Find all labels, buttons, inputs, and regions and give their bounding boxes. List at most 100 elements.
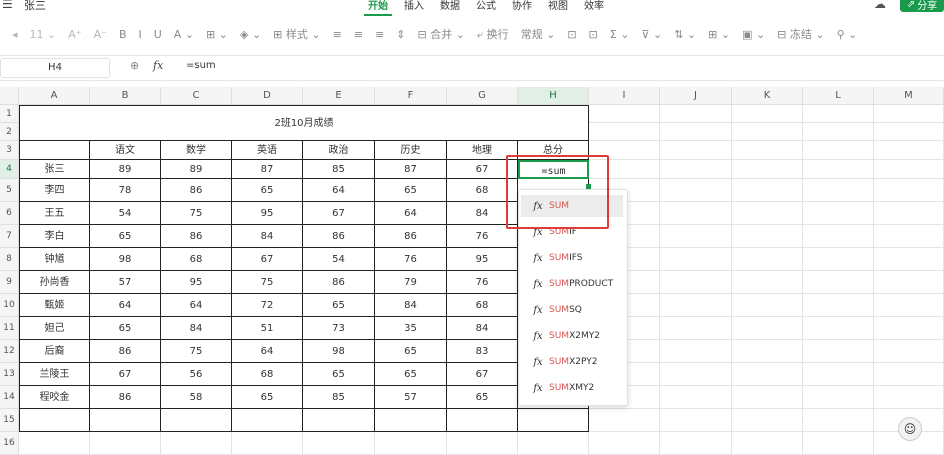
empty-cell[interactable] bbox=[90, 432, 161, 455]
row-header-13[interactable]: 13 bbox=[0, 363, 19, 386]
empty-cell[interactable] bbox=[874, 123, 944, 141]
score-cell[interactable]: 35 bbox=[375, 317, 447, 340]
empty-cell[interactable] bbox=[589, 105, 660, 123]
name-box[interactable]: H4 bbox=[0, 58, 110, 78]
score-cell[interactable]: 98 bbox=[90, 248, 161, 271]
empty-cell[interactable] bbox=[732, 317, 803, 340]
style-icon[interactable]: ⊞ 样式 ⌄ bbox=[273, 26, 320, 42]
student-name-cell[interactable]: 甄姬 bbox=[19, 294, 90, 317]
empty-cell[interactable] bbox=[874, 141, 944, 160]
wrap-icon[interactable]: ⤶ 换行 bbox=[477, 26, 509, 42]
bold-icon[interactable]: B bbox=[119, 28, 127, 41]
empty-cell[interactable] bbox=[803, 386, 874, 409]
scroll-left-icon[interactable]: ◂ bbox=[12, 28, 18, 41]
score-cell[interactable]: 54 bbox=[303, 248, 375, 271]
autocomplete-item[interactable]: fx SUM SQ bbox=[521, 299, 623, 321]
empty-cell[interactable] bbox=[660, 202, 732, 225]
empty-cell[interactable] bbox=[732, 202, 803, 225]
decimal-icon[interactable]: ⊡ bbox=[589, 28, 598, 41]
score-cell[interactable]: 86 bbox=[161, 179, 232, 202]
autocomplete-item[interactable]: fx SUM X2MY2 bbox=[521, 325, 623, 347]
score-cell[interactable]: 75 bbox=[232, 271, 303, 294]
student-name-cell[interactable]: 王五 bbox=[19, 202, 90, 225]
tab-6[interactable]: 效率 bbox=[576, 0, 612, 12]
row-header-5[interactable]: 5 bbox=[0, 179, 19, 202]
zoom-icon[interactable]: ⊕ bbox=[130, 59, 139, 72]
score-cell[interactable]: 68 bbox=[232, 363, 303, 386]
formula-input[interactable]: =sum bbox=[186, 60, 216, 71]
score-cell[interactable]: 79 bbox=[375, 271, 447, 294]
autocomplete-item[interactable]: fx SUM IFS bbox=[521, 247, 623, 269]
font-color-icon[interactable]: A ⌄ bbox=[174, 28, 194, 41]
number-format-select[interactable]: 常规 ⌄ bbox=[521, 26, 556, 42]
align-center-icon[interactable]: ≡ bbox=[354, 28, 363, 41]
score-cell[interactable]: 83 bbox=[447, 340, 518, 363]
score-cell[interactable]: 87 bbox=[232, 160, 303, 179]
empty-cell[interactable] bbox=[660, 409, 732, 432]
empty-cell[interactable] bbox=[447, 409, 518, 432]
score-cell[interactable]: 51 bbox=[232, 317, 303, 340]
column-header-C[interactable]: C bbox=[161, 87, 232, 105]
empty-cell[interactable] bbox=[19, 409, 90, 432]
score-cell[interactable]: 65 bbox=[375, 179, 447, 202]
empty-cell[interactable] bbox=[232, 432, 303, 455]
row-header-10[interactable]: 10 bbox=[0, 294, 19, 317]
row-header-14[interactable]: 14 bbox=[0, 386, 19, 409]
empty-cell[interactable] bbox=[732, 432, 803, 455]
empty-cell[interactable] bbox=[803, 294, 874, 317]
student-name-cell[interactable]: 李白 bbox=[19, 225, 90, 248]
find-icon[interactable]: ⚲ ⌄ bbox=[837, 28, 858, 41]
tab-4[interactable]: 协作 bbox=[504, 0, 540, 12]
score-cell[interactable]: 95 bbox=[161, 271, 232, 294]
empty-cell[interactable] bbox=[803, 202, 874, 225]
font-increase-icon[interactable]: A⁺ bbox=[68, 28, 81, 41]
score-cell[interactable]: 76 bbox=[447, 271, 518, 294]
header-cell[interactable]: 语文 bbox=[90, 141, 161, 160]
empty-cell[interactable] bbox=[19, 432, 90, 455]
font-decrease-icon[interactable]: A⁻ bbox=[94, 28, 107, 41]
column-header-K[interactable]: K bbox=[732, 87, 803, 105]
align-right-icon[interactable]: ≡ bbox=[375, 28, 384, 41]
score-cell[interactable]: 86 bbox=[90, 386, 161, 409]
hamburger-menu-icon[interactable]: ☰ bbox=[2, 0, 13, 11]
student-name-cell[interactable]: 程咬金 bbox=[19, 386, 90, 409]
score-cell[interactable]: 65 bbox=[375, 340, 447, 363]
empty-cell[interactable] bbox=[874, 225, 944, 248]
column-header-J[interactable]: J bbox=[660, 87, 732, 105]
score-cell[interactable]: 64 bbox=[375, 202, 447, 225]
empty-cell[interactable] bbox=[803, 179, 874, 202]
row-header-8[interactable]: 8 bbox=[0, 248, 19, 271]
row-header-16[interactable]: 16 bbox=[0, 432, 19, 455]
column-header-G[interactable]: G bbox=[447, 87, 518, 105]
score-cell[interactable]: 95 bbox=[447, 248, 518, 271]
score-cell[interactable]: 64 bbox=[161, 294, 232, 317]
filter-icon[interactable]: ⊽ ⌄ bbox=[641, 28, 662, 41]
empty-cell[interactable] bbox=[660, 105, 732, 123]
tab-2[interactable]: 数据 bbox=[432, 0, 468, 12]
student-name-cell[interactable]: 张三 bbox=[19, 160, 90, 179]
empty-cell[interactable] bbox=[518, 432, 589, 455]
cloud-sync-icon[interactable]: ☁ bbox=[874, 0, 886, 11]
score-cell[interactable]: 78 bbox=[90, 179, 161, 202]
empty-cell[interactable] bbox=[660, 271, 732, 294]
score-cell[interactable]: 84 bbox=[375, 294, 447, 317]
header-cell[interactable]: 英语 bbox=[232, 141, 303, 160]
empty-cell[interactable] bbox=[874, 202, 944, 225]
underline-icon[interactable]: U bbox=[154, 28, 162, 41]
empty-cell[interactable] bbox=[732, 363, 803, 386]
student-name-cell[interactable]: 妲己 bbox=[19, 317, 90, 340]
column-header-H[interactable]: H bbox=[518, 87, 589, 105]
align-left-icon[interactable]: ≡ bbox=[333, 28, 342, 41]
empty-cell[interactable] bbox=[732, 141, 803, 160]
row-header-11[interactable]: 11 bbox=[0, 317, 19, 340]
vertical-align-icon[interactable]: ⇕ bbox=[396, 28, 405, 41]
row-header-12[interactable]: 12 bbox=[0, 340, 19, 363]
score-cell[interactable]: 68 bbox=[447, 294, 518, 317]
score-cell[interactable]: 54 bbox=[90, 202, 161, 225]
empty-cell[interactable] bbox=[874, 248, 944, 271]
column-header-D[interactable]: D bbox=[232, 87, 303, 105]
score-cell[interactable]: 67 bbox=[447, 363, 518, 386]
score-cell[interactable]: 65 bbox=[90, 225, 161, 248]
score-cell[interactable]: 84 bbox=[447, 317, 518, 340]
score-cell[interactable]: 65 bbox=[303, 363, 375, 386]
